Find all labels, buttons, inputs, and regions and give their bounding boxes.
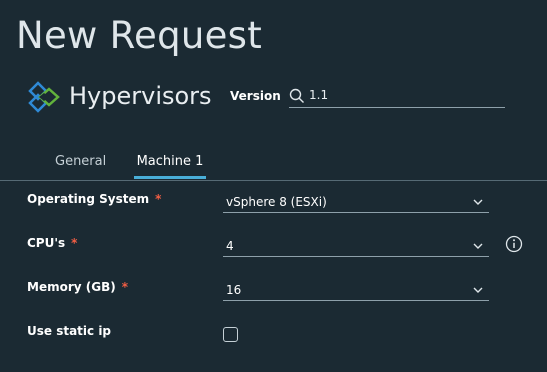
search-icon	[289, 88, 304, 103]
cpus-row: CPU's * 4	[27, 234, 527, 258]
operating-system-value: vSphere 8 (ESXi)	[226, 195, 327, 209]
cpus-select[interactable]: 4	[223, 236, 489, 257]
active-tab-indicator	[134, 176, 206, 179]
operating-system-row: Operating System * vSphere 8 (ESXi)	[27, 190, 527, 214]
operating-system-label: Operating System *	[27, 192, 162, 206]
version-label: Version	[230, 89, 281, 103]
memory-value: 16	[226, 283, 242, 297]
version-input[interactable]	[309, 86, 499, 104]
static-ip-checkbox[interactable]	[223, 327, 238, 342]
cpus-value: 4	[226, 239, 234, 253]
required-marker: *	[71, 236, 78, 250]
tab-bar: General Machine 1	[0, 146, 547, 181]
version-search[interactable]	[289, 85, 505, 108]
memory-select[interactable]: 16	[223, 280, 489, 301]
chevron-down-icon	[473, 287, 483, 293]
chevron-down-icon	[473, 243, 483, 249]
tab-machine-1[interactable]: Machine 1	[134, 153, 206, 171]
cpus-label: CPU's *	[27, 236, 78, 250]
hypervisor-logo-icon	[28, 81, 60, 113]
required-marker: *	[121, 280, 128, 294]
info-icon[interactable]	[505, 235, 523, 253]
catalog-header: Hypervisors Version	[27, 78, 527, 116]
chevron-down-icon	[473, 199, 483, 205]
static-ip-label: Use static ip	[27, 324, 112, 338]
static-ip-row: Use static ip	[27, 322, 527, 346]
catalog-title: Hypervisors	[69, 82, 212, 110]
operating-system-select[interactable]: vSphere 8 (ESXi)	[223, 192, 489, 213]
memory-row: Memory (GB) * 16	[27, 278, 527, 302]
memory-label: Memory (GB) *	[27, 280, 128, 294]
page-title: New Request	[16, 14, 263, 57]
tab-general[interactable]: General	[55, 153, 106, 171]
required-marker: *	[155, 192, 162, 206]
